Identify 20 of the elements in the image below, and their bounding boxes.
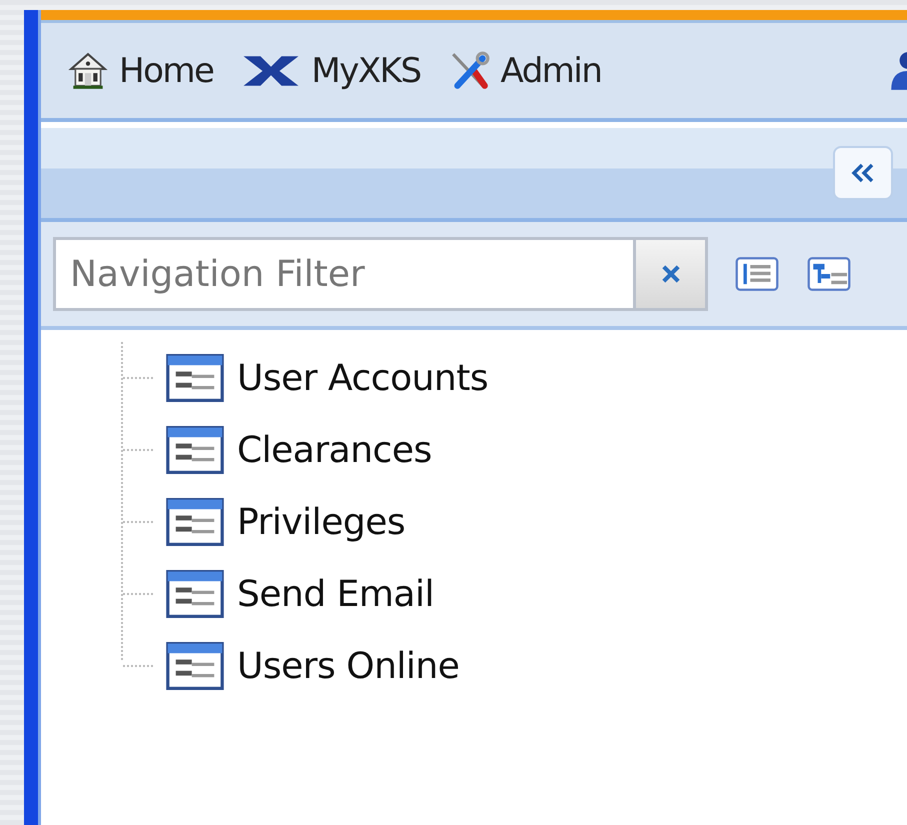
- toolbar-button[interactable]: Admin: [448, 50, 602, 92]
- toolbar-button[interactable]: Home: [67, 50, 214, 92]
- tree-view-button[interactable]: [806, 256, 852, 292]
- form-icon: [165, 426, 225, 474]
- list-view-button[interactable]: [734, 256, 780, 292]
- form-icon: [165, 570, 225, 618]
- clear-button[interactable]: [633, 237, 708, 311]
- collapse-button[interactable]: [833, 146, 893, 200]
- tree-item[interactable]: Clearances: [81, 414, 907, 486]
- tree-item[interactable]: Send Email: [81, 558, 907, 630]
- list-icon: [734, 256, 780, 292]
- tree-item[interactable]: Users Online: [81, 630, 907, 702]
- form-icon: [165, 498, 225, 546]
- filter-field[interactable]: Navigation Filter: [53, 237, 633, 311]
- form-icon: [165, 642, 225, 690]
- tree-item[interactable]: User Accounts: [81, 342, 907, 414]
- form-icon: [165, 354, 225, 402]
- toolbar-button[interactable]: MyXKS: [241, 50, 421, 90]
- tree-icon: [806, 256, 852, 292]
- tree-item[interactable]: Privileges: [81, 486, 907, 558]
